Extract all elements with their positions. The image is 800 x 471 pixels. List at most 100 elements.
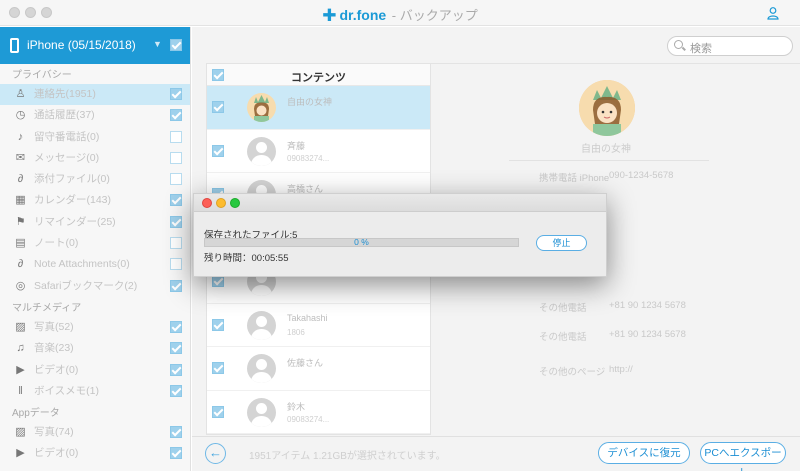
sidebar-item-checkbox[interactable] — [170, 130, 182, 143]
sidebar-item-checkbox[interactable] — [170, 279, 182, 292]
contact-photo — [579, 80, 635, 136]
sidebar-item[interactable]: ▤ ノート(0) — [0, 233, 190, 254]
field-label: その他電話 — [539, 332, 587, 343]
sidebar-item-label: ビデオ(0) — [34, 363, 79, 376]
sidebar-item-checkbox[interactable] — [170, 194, 182, 207]
contact-phone: 09083274... — [287, 153, 330, 163]
default-avatar-icon — [247, 310, 276, 340]
sidebar-item-label: 添付ファイル(0) — [34, 173, 110, 186]
sidebar-item-label: 連絡先(1951) — [34, 88, 96, 100]
sidebar-section-label: Appデータ — [12, 408, 60, 420]
list-item[interactable]: Takahashi 1806 — [207, 304, 430, 347]
list-item[interactable]: 斉藤 09083274... — [207, 130, 430, 173]
selection-status: 1951アイテム 1.21GBが選択されています。 — [249, 451, 446, 462]
list-item-checkbox[interactable] — [212, 101, 224, 113]
search-input[interactable]: 検索 — [667, 36, 793, 56]
sidebar-item[interactable]: ǁ ボイスメモ(1) — [0, 381, 190, 402]
field-value: 090-1234-5678 — [609, 170, 674, 181]
sidebar: iPhone (05/15/2018) ▼ プライバシー ♙ 連絡先(1951) ◷ 通… — [0, 27, 191, 471]
footer-bar: ← 1951アイテム 1.21GBが選択されています。 デバイスに復元 PCへエ… — [192, 436, 800, 471]
sidebar-item[interactable]: ♫ 音楽(23) — [0, 338, 190, 359]
search-icon — [674, 40, 683, 49]
default-avatar-icon — [247, 354, 276, 383]
field-value: +81 90 1234 5678 — [609, 300, 686, 311]
sidebar-item[interactable]: ⚑ リマインダー(25) — [0, 212, 190, 233]
waveform-icon: ǁ — [18, 384, 23, 397]
contact-phone: 1806 — [287, 327, 305, 337]
sidebar-item-checkbox[interactable] — [170, 151, 182, 164]
sidebar-item-label: カレンダー(143) — [34, 194, 112, 207]
list-item-checkbox[interactable] — [212, 405, 224, 418]
list-item-checkbox[interactable] — [212, 362, 224, 374]
sidebar-item-checkbox[interactable] — [170, 426, 182, 439]
video-icon: ▶ — [16, 363, 25, 376]
sidebar-item-label: 通話履歴(37) — [34, 109, 95, 122]
stop-button[interactable]: 停止 — [536, 235, 587, 251]
sidebar-item[interactable]: ∂ Note Attachments(0) — [0, 254, 190, 275]
list-item-checkbox[interactable] — [212, 318, 224, 331]
list-item[interactable]: 鈴木 09083274... — [207, 391, 430, 434]
field-label: その他のページ — [539, 367, 606, 378]
list-item[interactable]: 自由の女神 — [207, 86, 430, 130]
brand-name: dr.fone — [339, 7, 387, 23]
sidebar-item[interactable]: ◎ Safariブックマーク(2) — [0, 276, 190, 297]
sidebar-item-label: メッセージ(0) — [34, 151, 100, 164]
sidebar-item[interactable]: ♪ 留守番電話(0) — [0, 127, 190, 148]
person-icon: ♙ — [15, 88, 26, 100]
paperclip-icon: ∂ — [17, 258, 24, 271]
photo-icon: ▨ — [15, 426, 26, 439]
sidebar-item-checkbox[interactable] — [170, 109, 182, 122]
sidebar-item[interactable]: ▶ ビデオ(0) — [0, 443, 190, 464]
sidebar-item-checkbox[interactable] — [170, 320, 182, 333]
sidebar-section-label: プライバシー — [12, 70, 72, 81]
contact-name: Takahashi — [287, 312, 328, 323]
sidebar-item-checkbox[interactable] — [170, 447, 182, 460]
sidebar-item-checkbox[interactable] — [170, 173, 182, 186]
sidebar-item-checkbox[interactable] — [170, 258, 182, 271]
field-label: 携帯電話 iPhone — [539, 173, 610, 184]
sidebar-item[interactable]: ▨ 写真(52) — [0, 317, 190, 338]
progress-percent: 0 % — [354, 237, 369, 247]
sidebar-item[interactable]: ▶ ビデオ(0) — [0, 360, 190, 381]
sidebar-item-checkbox[interactable] — [170, 215, 182, 228]
sidebar-item[interactable]: ▨ 写真(74) — [0, 422, 190, 443]
sidebar-item[interactable]: ◷ 通話履歴(37) — [0, 105, 190, 126]
sidebar-item-label: 写真(52) — [34, 320, 74, 333]
contact-phone: 09083274... — [287, 414, 330, 424]
sidebar-item[interactable]: ▦ カレンダー(143) — [0, 190, 190, 211]
sidebar-item-checkbox[interactable] — [170, 363, 182, 376]
sidebar-item[interactable]: ✉ メッセージ(0) — [0, 148, 190, 169]
field-label: その他電話 — [539, 303, 587, 314]
list-item-checkbox[interactable] — [212, 144, 224, 157]
dialog-close-button[interactable] — [202, 198, 212, 208]
sidebar-item-label: リマインダー(25) — [34, 215, 116, 228]
sidebar-item-checkbox[interactable] — [170, 237, 182, 250]
list-item[interactable]: 佐藤さん — [207, 347, 430, 391]
sidebar-item[interactable]: ∂ 添付ファイル(0) — [0, 169, 190, 190]
message-icon: ✉ — [15, 151, 26, 164]
sidebar-item-checkbox[interactable] — [170, 384, 182, 397]
dialog-zoom-button[interactable] — [230, 198, 240, 208]
sidebar-item[interactable]: ♙ 連絡先(1951) — [0, 84, 190, 106]
sidebar-item-label: Safariブックマーク(2) — [34, 279, 138, 292]
restore-to-device-button[interactable]: デバイスに復元 — [598, 442, 690, 464]
chevron-down-icon[interactable]: ▼ — [153, 39, 162, 49]
default-avatar-icon — [247, 136, 276, 166]
sidebar-item-label: ノート(0) — [34, 237, 79, 250]
divider — [509, 160, 709, 161]
export-to-pc-button[interactable]: PCへエクスポート — [700, 442, 786, 471]
dialog-minimize-button[interactable] — [216, 198, 226, 208]
back-button[interactable]: ← — [205, 443, 226, 464]
sidebar-item-label: ビデオ(0) — [34, 447, 79, 460]
contact-name: 自由の女神 — [581, 144, 631, 155]
field-value: +81 90 1234 5678 — [609, 329, 686, 340]
user-account-icon[interactable] — [766, 6, 780, 20]
sidebar-item-checkbox[interactable] — [170, 342, 182, 355]
default-avatar-icon — [247, 397, 276, 427]
sidebar-item-checkbox[interactable] — [170, 88, 182, 100]
sidebar-item-label: Note Attachments(0) — [34, 258, 130, 271]
device-selector[interactable]: iPhone (05/15/2018) ▼ — [0, 27, 190, 64]
video-icon: ▶ — [16, 447, 25, 460]
device-select-all-checkbox[interactable] — [170, 39, 182, 51]
contact-name: 自由の女神 — [287, 97, 333, 107]
